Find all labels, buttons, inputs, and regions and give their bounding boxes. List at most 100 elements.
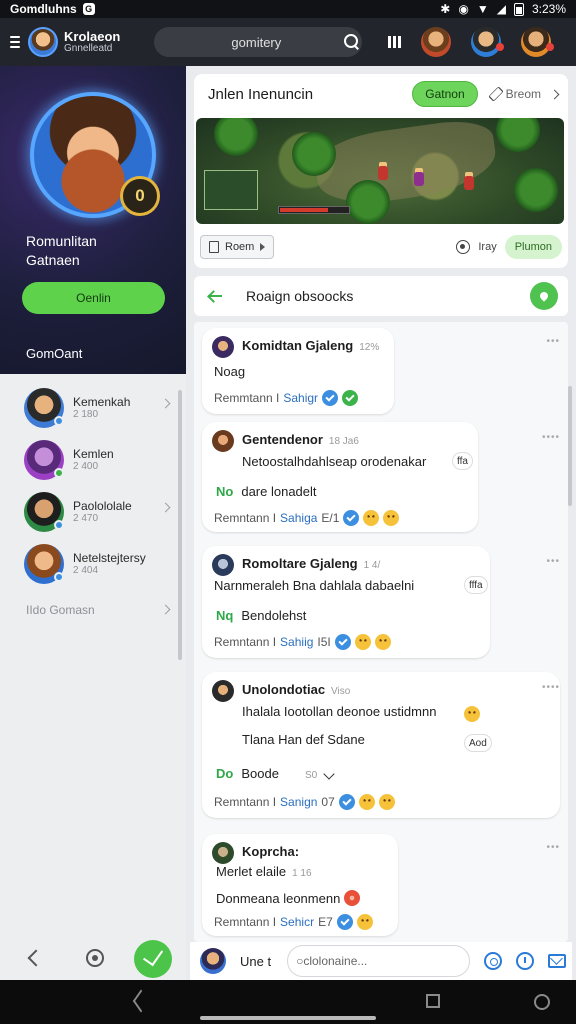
footer-link[interactable]: Sahiga xyxy=(280,511,317,525)
sender-avatar[interactable] xyxy=(212,842,234,864)
search-input[interactable] xyxy=(168,34,345,50)
system-recents-icon[interactable] xyxy=(426,994,440,1008)
message-footer: Remntann I Sanign 07 xyxy=(214,794,395,810)
action-pill-button[interactable]: Plumon xyxy=(504,235,562,259)
stats-icon[interactable] xyxy=(388,36,402,48)
footer-link[interactable]: Sehicr xyxy=(280,915,314,929)
message-bubble[interactable]: Komidtan Gjaleng 12% Noag Remmtann I Sahi… xyxy=(202,328,394,414)
system-back-icon[interactable] xyxy=(132,989,150,1013)
profile-online-button[interactable]: Oenlin xyxy=(22,282,165,314)
secondary-action-label: Breom xyxy=(505,87,541,101)
game-minimap xyxy=(204,170,258,210)
reaction-chip[interactable]: ffa xyxy=(452,452,473,470)
sender-avatar[interactable] xyxy=(212,430,234,452)
location-icon: ◉ xyxy=(458,2,469,16)
game-card-header: Jnlen Inenuncin Gatnon Breom xyxy=(194,74,568,114)
read-check-icon xyxy=(336,914,353,930)
feed-scrollbar[interactable] xyxy=(568,386,572,506)
game-unit xyxy=(414,172,424,186)
emoji-reaction-icon[interactable] xyxy=(378,794,395,810)
friend-name: Kemlen xyxy=(73,446,114,461)
friend-avatar xyxy=(24,388,64,428)
game-tree xyxy=(514,168,558,212)
game-title: Jnlen Inenuncin xyxy=(208,85,314,103)
composer-label: Une t xyxy=(240,953,272,969)
sender-name: Gentendenor 18 Ja6 xyxy=(242,432,359,447)
mention-icon[interactable] xyxy=(484,952,502,970)
game-card: Jnlen Inenuncin Gatnon Breom Roem Iray P… xyxy=(194,74,568,268)
reaction-chip[interactable]: Aod xyxy=(464,734,492,752)
confirm-fab-button[interactable] xyxy=(134,940,172,978)
sender-avatar[interactable] xyxy=(212,336,234,358)
mail-icon[interactable] xyxy=(548,954,566,968)
back-arrow-icon[interactable] xyxy=(208,290,224,302)
emoji-reaction-icon[interactable] xyxy=(358,794,375,810)
emoji-reaction-icon[interactable] xyxy=(383,510,400,526)
alert-icon[interactable] xyxy=(516,952,534,970)
message-text: Merlet elaile 1 16 xyxy=(216,864,312,879)
back-icon[interactable] xyxy=(27,949,45,967)
signal-icon: ◢ xyxy=(496,2,506,16)
friend-item[interactable]: Paolololale 2 470 xyxy=(0,486,186,538)
friend-item[interactable]: Kemlen 2 400 xyxy=(0,434,186,486)
join-game-button[interactable]: Gatnon xyxy=(412,81,478,107)
search-bar[interactable] xyxy=(154,27,363,57)
more-options-icon[interactable]: ••• xyxy=(546,556,560,567)
play-icon xyxy=(260,243,266,251)
composer-avatar[interactable] xyxy=(200,948,226,974)
emoji-reaction-icon[interactable] xyxy=(356,914,373,930)
footer-prefix: Remntann I xyxy=(214,795,277,809)
location-pin-icon[interactable] xyxy=(530,282,558,310)
message-text: Tlana Han def Sdane xyxy=(242,732,365,747)
app-title-block: Krolaeon Gnnelleatd xyxy=(64,30,120,54)
game-health-bar xyxy=(278,206,350,214)
menu-icon[interactable] xyxy=(10,36,20,48)
friend-avatar-1[interactable] xyxy=(421,27,452,57)
message-bubble[interactable]: Unolondotiac Viso Ihalala Iootollan deono… xyxy=(202,672,560,818)
bluetooth-icon: ✱ xyxy=(440,2,451,16)
chevron-right-icon[interactable] xyxy=(549,89,560,99)
home-icon[interactable] xyxy=(86,949,104,967)
read-check-icon xyxy=(334,634,351,650)
more-games-link[interactable]: IIdo Gomasn xyxy=(0,590,186,630)
game-screenshot[interactable] xyxy=(196,118,564,224)
friend-item[interactable]: Netelstejtersy 2 404 xyxy=(0,538,186,590)
emoji-reaction-icon[interactable] xyxy=(374,634,391,650)
room-chip[interactable]: Roem xyxy=(200,235,275,259)
more-options-icon[interactable]: •••• xyxy=(542,682,560,693)
friend-avatar-3[interactable] xyxy=(521,27,555,57)
footer-link[interactable]: Sahiig xyxy=(280,635,313,649)
emoji-reaction-icon[interactable] xyxy=(354,634,371,650)
chevron-right-icon xyxy=(160,604,171,615)
search-icon[interactable] xyxy=(344,34,359,50)
footer-link[interactable]: Sahigr xyxy=(283,391,318,405)
system-home-handle[interactable] xyxy=(200,1016,376,1020)
message-list[interactable]: Komidtan Gjaleng 12% Noag Remmtann I Sahi… xyxy=(194,322,568,942)
message-bubble[interactable]: Gentendenor 18 Ja6 Netoostalhdahlseap oro… xyxy=(202,422,478,532)
friend-name: Paolololale xyxy=(73,498,132,513)
secondary-action-link[interactable]: Breom xyxy=(488,86,541,102)
accessibility-icon[interactable] xyxy=(534,994,550,1010)
more-options-icon[interactable]: •••• xyxy=(542,432,560,443)
friend-avatar-2[interactable] xyxy=(471,27,505,57)
friend-sub: 2 470 xyxy=(73,513,99,525)
sender-avatar[interactable] xyxy=(212,554,234,576)
app-subtitle: Gnnelleatd xyxy=(64,42,113,54)
message-footer: Remmtann I Sahigr xyxy=(214,390,359,406)
message-footer: Remntann I Sahiga E/1 xyxy=(214,510,400,526)
message-input[interactable] xyxy=(303,954,461,968)
reaction-chip[interactable]: fffa xyxy=(464,576,488,594)
more-options-icon[interactable]: ••• xyxy=(546,336,560,347)
message-bubble[interactable]: Koprcha: Merlet elaile 1 16 Donmeana leon… xyxy=(202,834,398,936)
game-unit xyxy=(464,176,474,190)
more-games-label: IIdo Gomasn xyxy=(26,603,95,617)
drawer-scrollbar[interactable] xyxy=(178,390,182,660)
sender-avatar[interactable] xyxy=(212,680,234,702)
emoji-reaction-icon[interactable] xyxy=(363,510,380,526)
message-bubble[interactable]: Romoltare Gjaleng 1 4/ Narnmeraleh Bna da… xyxy=(202,546,490,658)
message-input-box[interactable]: ○ xyxy=(287,945,470,977)
more-options-icon[interactable]: ••• xyxy=(546,842,560,853)
footer-link[interactable]: Sanign xyxy=(280,795,317,809)
friend-item[interactable]: Kemenkah 2 180 xyxy=(0,382,186,434)
app-avatar[interactable] xyxy=(28,27,58,57)
